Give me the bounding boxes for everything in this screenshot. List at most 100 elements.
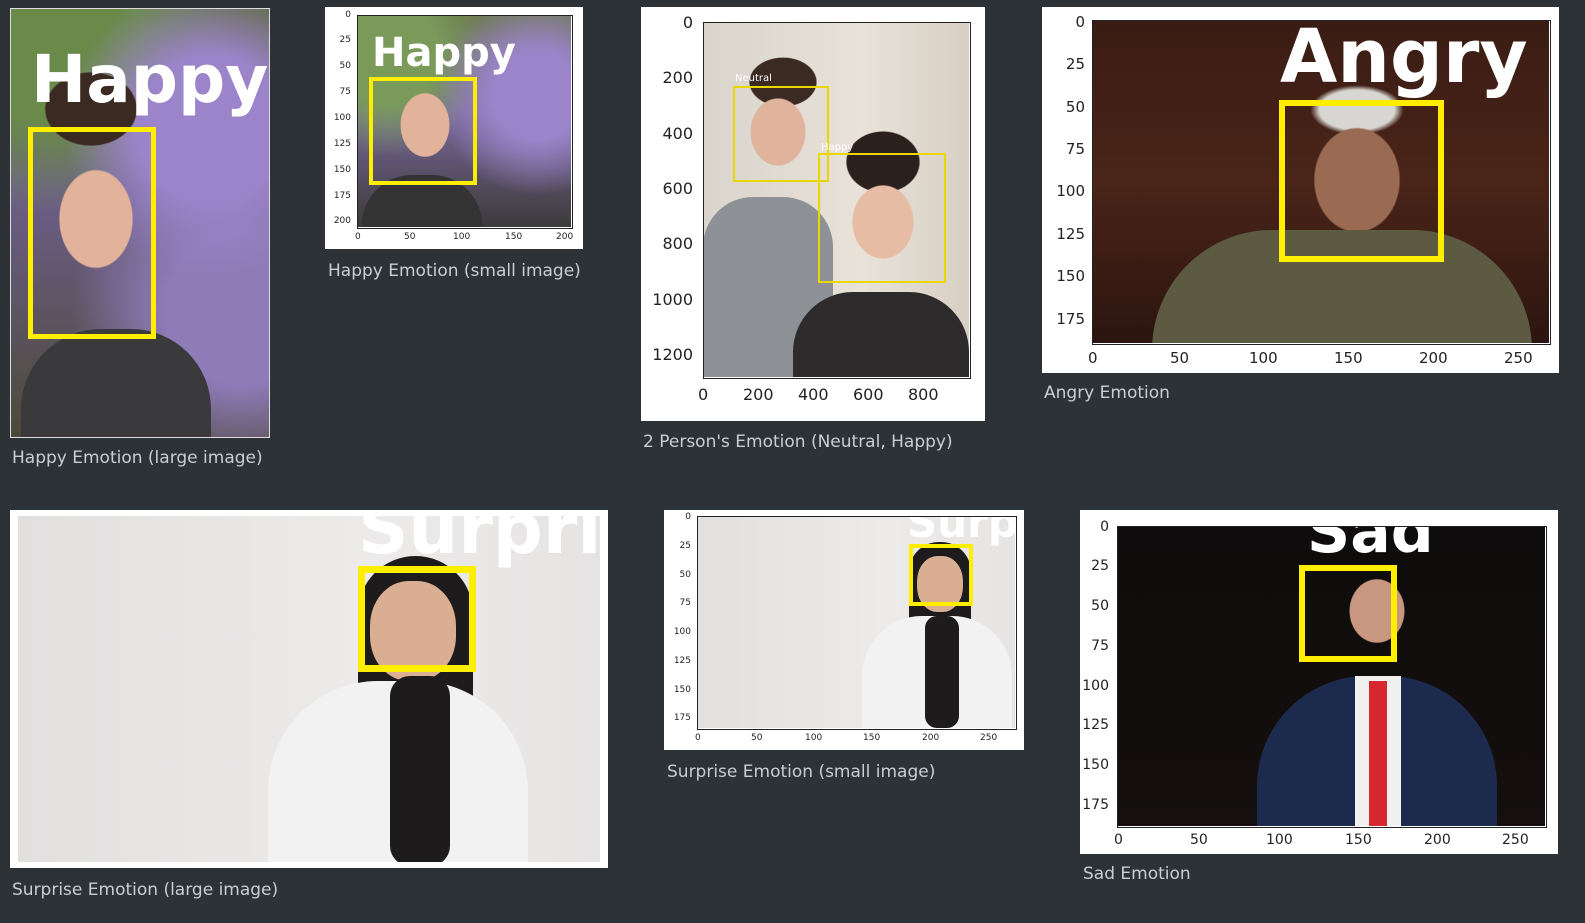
y-tick: 175 (1056, 310, 1085, 328)
y-tick: 125 (673, 656, 691, 666)
plot-axes (1117, 526, 1547, 828)
y-tick: 1200 (652, 345, 693, 364)
x-tick: 0 (1114, 832, 1123, 848)
y-tick: 1000 (652, 290, 693, 309)
figure-two-persons: Neutral Happy 0 200 400 600 800 1000 120… (641, 7, 987, 457)
x-tick: 400 (798, 385, 829, 404)
y-tick: 200 (333, 216, 351, 226)
y-tick: 175 (673, 713, 691, 723)
y-tick: 175 (1082, 797, 1109, 813)
photo-surprise-large: Surpri (18, 516, 600, 862)
plot-frame: Neutral Happy 0 200 400 600 800 1000 120… (641, 7, 985, 421)
image-frame: Surpri (10, 510, 608, 868)
figure-surprise-large: Surpri Surprise Emotion (large image) (10, 510, 610, 910)
figure-caption: Happy Emotion (large image) (12, 448, 263, 468)
y-tick: 0 (1100, 519, 1109, 535)
x-tick: 250 (980, 733, 998, 743)
y-tick: 50 (679, 570, 691, 580)
x-tick: 100 (1249, 349, 1278, 367)
x-tick: 200 (1419, 349, 1448, 367)
figure-caption: Surprise Emotion (large image) (12, 880, 279, 900)
y-tick: 125 (1056, 225, 1085, 243)
y-tick: 75 (679, 598, 691, 608)
y-tick: 125 (1082, 717, 1109, 733)
scarf-front-shape (390, 676, 450, 862)
x-tick: 0 (355, 232, 361, 242)
plot-axes (357, 15, 573, 229)
y-tick: 200 (662, 68, 693, 87)
image-frame: Happy (10, 8, 270, 438)
y-tick: 50 (1065, 98, 1085, 116)
x-tick: 0 (1088, 349, 1098, 367)
figure-caption: 2 Person's Emotion (Neutral, Happy) (643, 432, 953, 452)
figure-surprise-small: Surpr 0 25 50 75 100 125 150 175 0 50 10… (664, 510, 1028, 790)
y-tick: 800 (662, 234, 693, 253)
y-tick: 25 (679, 541, 691, 551)
y-tick: 50 (339, 61, 351, 71)
figure-sad: Sad 0 25 50 75 100 125 150 175 0 50 100 … (1080, 510, 1560, 890)
plot-axes (703, 22, 971, 379)
y-tick: 100 (1056, 182, 1085, 200)
y-tick: 150 (1056, 267, 1085, 285)
plot-frame: Happy 0 25 50 75 100 125 150 175 200 0 5… (325, 7, 583, 249)
x-tick: 250 (1504, 349, 1533, 367)
x-tick: 150 (1334, 349, 1363, 367)
y-tick: 400 (662, 124, 693, 143)
x-tick: 50 (404, 232, 416, 242)
y-tick: 0 (682, 13, 693, 32)
y-tick: 100 (673, 627, 691, 637)
y-tick: 175 (333, 191, 351, 201)
figure-happy-small: Happy 0 25 50 75 100 125 150 175 200 0 5… (325, 7, 587, 287)
y-tick: 50 (1091, 598, 1109, 614)
y-tick: 25 (1065, 55, 1085, 73)
plot-axes (1092, 20, 1551, 345)
x-tick: 150 (863, 733, 881, 743)
x-tick: 0 (698, 385, 709, 404)
x-tick: 600 (853, 385, 884, 404)
y-tick: 125 (333, 139, 351, 149)
x-tick: 150 (1345, 832, 1372, 848)
y-tick: 100 (333, 113, 351, 123)
plot-frame: Angry 0 25 50 75 100 125 150 175 0 50 10… (1042, 7, 1559, 373)
y-tick: 600 (662, 179, 693, 198)
x-tick: 50 (751, 733, 763, 743)
y-tick: 0 (685, 512, 691, 522)
plot-axes (697, 516, 1017, 730)
y-tick: 150 (1082, 757, 1109, 773)
figure-caption: Sad Emotion (1083, 864, 1191, 884)
y-tick: 25 (339, 35, 351, 45)
y-tick: 75 (1065, 140, 1085, 158)
x-tick: 50 (1190, 832, 1208, 848)
x-tick: 50 (1170, 349, 1190, 367)
y-tick: 75 (339, 87, 351, 97)
emotion-label-surprise: Surpri (358, 516, 600, 570)
figure-angry: Angry 0 25 50 75 100 125 150 175 0 50 10… (1042, 7, 1562, 407)
y-tick: 75 (1091, 638, 1109, 654)
emotion-label-happy: Happy (31, 41, 269, 118)
x-tick: 200 (1424, 832, 1451, 848)
x-tick: 800 (908, 385, 939, 404)
y-tick: 150 (333, 165, 351, 175)
y-tick: 0 (345, 10, 351, 20)
x-tick: 100 (1266, 832, 1293, 848)
figure-happy-large: Happy Happy Emotion (large image) (10, 8, 270, 478)
face-detection-box (28, 127, 156, 339)
x-tick: 250 (1502, 832, 1529, 848)
y-tick: 25 (1091, 558, 1109, 574)
x-tick: 0 (695, 733, 701, 743)
x-tick: 200 (743, 385, 774, 404)
x-tick: 200 (556, 232, 574, 242)
face-detection-box (358, 566, 476, 672)
y-tick: 100 (1082, 678, 1109, 694)
x-tick: 100 (805, 733, 823, 743)
y-tick: 0 (1075, 13, 1085, 31)
x-tick: 150 (505, 232, 523, 242)
figure-caption: Angry Emotion (1044, 383, 1170, 403)
plot-frame: Surpr 0 25 50 75 100 125 150 175 0 50 10… (664, 510, 1024, 750)
y-tick: 150 (673, 685, 691, 695)
figure-caption: Surprise Emotion (small image) (667, 762, 936, 782)
plot-frame: Sad 0 25 50 75 100 125 150 175 0 50 100 … (1080, 510, 1558, 854)
x-tick: 200 (922, 733, 940, 743)
figure-caption: Happy Emotion (small image) (328, 261, 581, 281)
x-tick: 100 (453, 232, 471, 242)
